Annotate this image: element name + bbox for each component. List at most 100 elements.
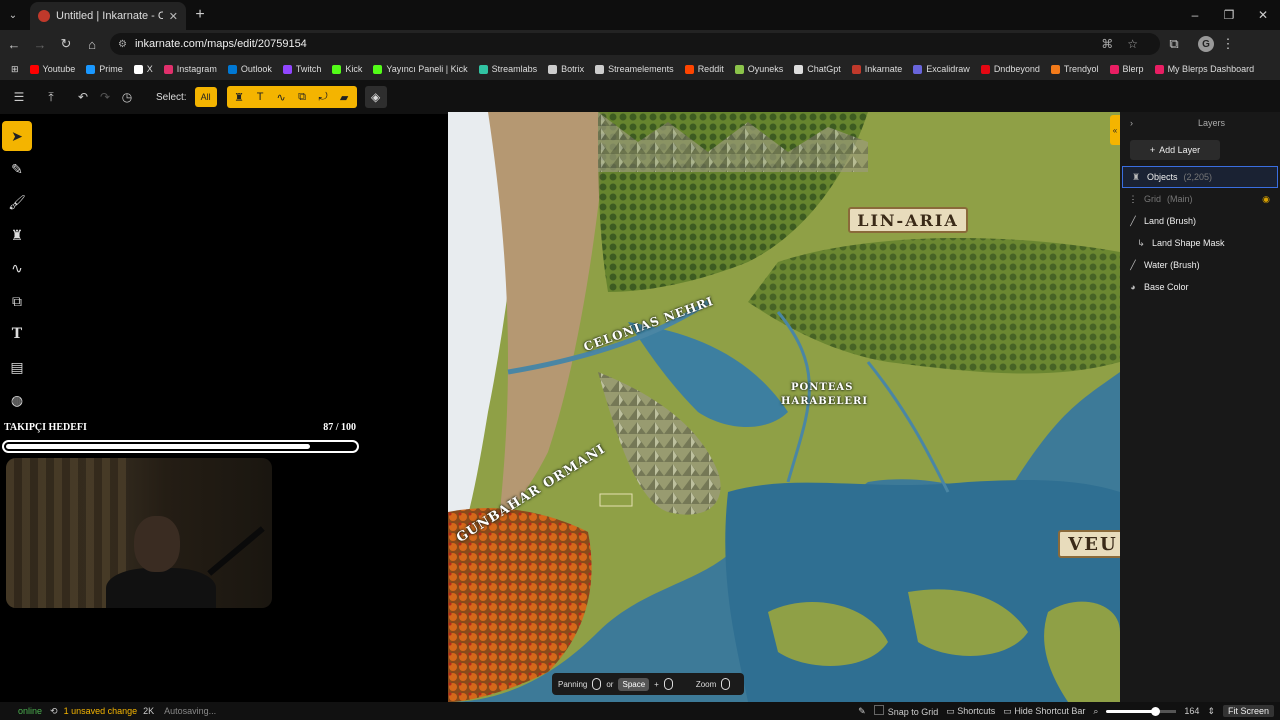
bookmark-item[interactable]: Youtube bbox=[25, 58, 81, 80]
select-brush-icon[interactable]: ⤾ bbox=[313, 86, 334, 108]
resolution-label[interactable]: 2K bbox=[143, 706, 154, 716]
goal-count: 87 / 100 bbox=[323, 422, 356, 433]
site-info-icon[interactable]: ⚙ bbox=[118, 39, 127, 50]
bookmark-item[interactable]: Botrix bbox=[543, 58, 589, 80]
new-tab-button[interactable]: + bbox=[186, 6, 214, 24]
eyedropper-tool-icon[interactable]: ✎ bbox=[2, 154, 32, 184]
layer-land-brush[interactable]: ╱ Land (Brush) bbox=[1120, 210, 1280, 232]
notes-tool-icon[interactable]: ▤ bbox=[2, 352, 32, 382]
bookmark-favicon-icon bbox=[1109, 64, 1119, 74]
export-icon[interactable]: ⤒ bbox=[40, 86, 62, 108]
browser-menu-icon[interactable]: ⋮ bbox=[1216, 32, 1240, 56]
extensions-icon[interactable]: ⧉ bbox=[1162, 32, 1186, 56]
history-icon[interactable]: ◷ bbox=[116, 86, 138, 108]
map-label-ponteas[interactable]: PONTEAS bbox=[791, 382, 853, 393]
minimize-icon[interactable]: – bbox=[1178, 0, 1212, 30]
bookmark-label: Trendyol bbox=[1063, 64, 1099, 74]
select-paths-icon[interactable]: ∿ bbox=[271, 86, 292, 108]
layer-name: Objects bbox=[1147, 172, 1178, 182]
bookmark-label: Prime bbox=[99, 64, 123, 74]
translate-and-star-icons[interactable]: ⌘☆ bbox=[1101, 37, 1152, 51]
map-banner-linaria[interactable]: LIN-ARIA bbox=[848, 207, 968, 233]
close-window-icon[interactable]: ✕ bbox=[1246, 0, 1280, 30]
redo-icon[interactable]: ↷ bbox=[94, 86, 116, 108]
undo-icon[interactable]: ↶ bbox=[72, 86, 94, 108]
back-icon[interactable]: ← bbox=[2, 32, 26, 56]
browser-tab[interactable]: Untitled | Inkarnate - Create Fa ✕ bbox=[30, 2, 186, 30]
pointer-tool-icon[interactable]: ➤ bbox=[2, 121, 32, 151]
bookmark-item[interactable]: Outlook bbox=[223, 58, 277, 80]
home-icon[interactable]: ⌂ bbox=[80, 32, 104, 56]
layer-name: Land (Brush) bbox=[1144, 216, 1197, 226]
bookmark-item[interactable]: Inkarnate bbox=[847, 58, 908, 80]
zoom-slider[interactable] bbox=[1106, 706, 1177, 716]
bookmark-item[interactable]: Prime bbox=[81, 58, 128, 80]
zoom-label: Zoom bbox=[695, 679, 717, 689]
unsaved-changes[interactable]: 1 unsaved change bbox=[64, 706, 138, 716]
bookmark-favicon-icon bbox=[163, 64, 173, 74]
zoom-slider-knob[interactable] bbox=[1151, 706, 1161, 716]
bookmark-item[interactable]: Blerp bbox=[1105, 58, 1149, 80]
zoom-stepper-icon[interactable]: ⇕ bbox=[1207, 706, 1215, 717]
bookmark-item[interactable]: Reddit bbox=[680, 58, 729, 80]
path-tool-icon[interactable]: ∿ bbox=[2, 253, 32, 283]
bookmark-item[interactable]: Instagram bbox=[159, 58, 222, 80]
url-text[interactable]: inkarnate.com/maps/edit/20759154 bbox=[135, 38, 1093, 50]
bookmark-item[interactable]: Streamelements bbox=[590, 58, 679, 80]
bookmark-item[interactable]: Kick bbox=[327, 58, 367, 80]
layer-land-shape-mask[interactable]: ↳ Land Shape Mask bbox=[1120, 232, 1280, 254]
bookmark-item[interactable]: My Blerps Dashboard bbox=[1150, 58, 1260, 80]
address-bar[interactable]: ⚙ inkarnate.com/maps/edit/20759154 ⌘☆ bbox=[110, 33, 1160, 55]
map-banner-veu[interactable]: VEU bbox=[1058, 530, 1120, 558]
map-label-harabeleri[interactable]: HARABELERI bbox=[781, 396, 868, 407]
text-tool-icon[interactable]: T bbox=[2, 319, 32, 349]
globe-tool-icon[interactable]: ◍ bbox=[2, 385, 32, 415]
forward-icon[interactable]: → bbox=[28, 32, 52, 56]
layer-base-color[interactable]: ◕ Base Color bbox=[1120, 276, 1280, 298]
microphone-arm bbox=[207, 526, 265, 576]
panel-chevron-icon[interactable]: › bbox=[1130, 118, 1133, 128]
bookmark-item[interactable]: Excalidraw bbox=[908, 58, 975, 80]
history-icon[interactable]: ⟲ bbox=[50, 706, 58, 717]
select-folder-icon[interactable]: ▰ bbox=[334, 86, 355, 108]
select-text-icon[interactable]: T bbox=[250, 86, 271, 108]
reload-icon[interactable]: ↻ bbox=[54, 32, 78, 56]
layer-water-brush[interactable]: ╱ Water (Brush) bbox=[1120, 254, 1280, 276]
restore-icon[interactable]: ❐ bbox=[1212, 0, 1246, 30]
hidden-eye-icon[interactable]: ◉ bbox=[1262, 194, 1270, 205]
bookmark-item[interactable]: Yayıncı Paneli | Kick bbox=[368, 58, 472, 80]
shortcuts-button[interactable]: ▭ Shortcuts bbox=[946, 706, 995, 717]
tab-list-chevron-icon[interactable]: ⌄ bbox=[0, 0, 26, 30]
bookmark-label: ChatGpt bbox=[807, 64, 841, 74]
layer-grid[interactable]: ⋮ Grid (Main) ◉ bbox=[1120, 188, 1280, 210]
bookmark-item[interactable]: Streamlabs bbox=[474, 58, 543, 80]
select-shapes-icon[interactable]: ⧉ bbox=[292, 86, 313, 108]
close-tab-icon[interactable]: ✕ bbox=[169, 10, 178, 23]
bookmark-item[interactable]: Trendyol bbox=[1046, 58, 1104, 80]
shape-tool-icon[interactable]: ⧉ bbox=[2, 286, 32, 316]
bookmark-item[interactable]: ChatGpt bbox=[789, 58, 846, 80]
hide-shortcut-bar-button[interactable]: ▭ Hide Shortcut Bar bbox=[1003, 706, 1085, 717]
select-objects-icon[interactable]: ♜ bbox=[229, 86, 250, 108]
bookmark-item[interactable]: X bbox=[129, 58, 158, 80]
hamburger-menu-icon[interactable]: ☰ bbox=[8, 86, 30, 108]
bookmark-item[interactable]: Dndbeyond bbox=[976, 58, 1045, 80]
snap-checkbox[interactable] bbox=[873, 705, 884, 715]
add-layer-button[interactable]: + Add Layer bbox=[1130, 140, 1220, 160]
layer-objects[interactable]: ♜ Objects (2,205) bbox=[1122, 166, 1278, 188]
map-canvas[interactable]: LIN-ARIA CELONIAS NEHRI PONTEAS HARABELE… bbox=[448, 112, 1120, 702]
fit-screen-button[interactable]: Fit Screen bbox=[1222, 705, 1274, 717]
brush-tool-icon[interactable]: 🖌 bbox=[2, 187, 32, 217]
edit-pen-icon[interactable]: ✎ bbox=[858, 706, 866, 717]
apps-grid-icon[interactable]: ⊞ bbox=[6, 58, 24, 80]
select-all-button[interactable]: All bbox=[194, 87, 217, 107]
snap-to-grid-toggle[interactable]: Snap to Grid bbox=[873, 705, 938, 717]
layer-name: Water (Brush) bbox=[1144, 260, 1200, 270]
bookmark-item[interactable]: Twitch bbox=[278, 58, 327, 80]
collapse-panel-icon[interactable]: « bbox=[1110, 115, 1120, 145]
object-tool-icon[interactable]: ♜ bbox=[2, 220, 32, 250]
bookmark-favicon-icon bbox=[980, 64, 990, 74]
profile-avatar[interactable]: G bbox=[1198, 36, 1214, 52]
layers-panel-toggle-icon[interactable]: ◈ bbox=[364, 86, 387, 108]
bookmark-item[interactable]: Oyuneks bbox=[730, 58, 789, 80]
